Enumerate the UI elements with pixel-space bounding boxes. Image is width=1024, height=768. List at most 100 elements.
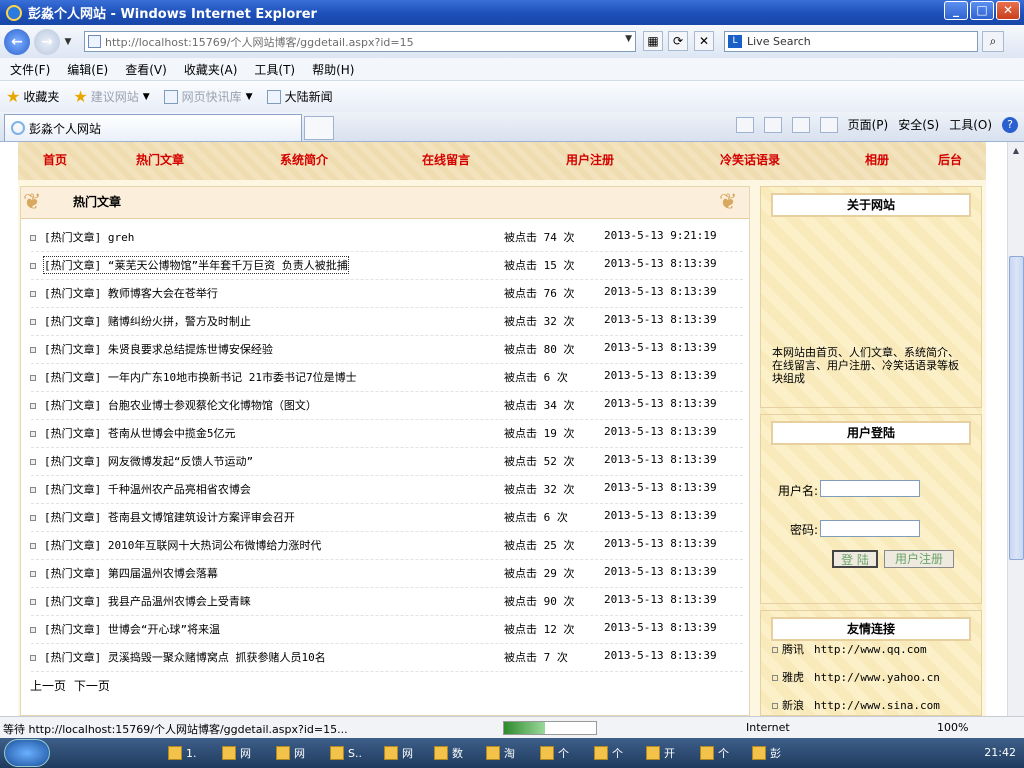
nav-album[interactable]: 相册 — [865, 151, 889, 168]
scroll-up-arrow[interactable]: ▲ — [1008, 142, 1024, 159]
friend-link[interactable]: 雅虎 http://www.yahoo.cn — [772, 669, 940, 685]
menu-tools[interactable]: 工具(T) — [254, 61, 295, 78]
article-link[interactable]: [热门文章] “莱芜天公博物馆”半年套千万巨资 负责人被批捕 — [43, 256, 349, 274]
article-link[interactable]: [热门文章] 世博会“开心球”将来温 — [44, 621, 220, 637]
web-slice-gallery[interactable]: 网页快讯库 ▼ — [163, 88, 253, 105]
username-label: 用户名: — [778, 484, 819, 498]
safety-menu[interactable]: 安全(S) — [898, 116, 939, 133]
search-input[interactable]: L Live Search — [724, 31, 978, 52]
chevron-down-icon: ▼ — [245, 91, 253, 102]
menu-file[interactable]: 文件(F) — [10, 61, 50, 78]
list-item: [热门文章] 朱贤良要求总结提炼世博安保经验 被点击 80 次 2013-5-13 … — [21, 341, 749, 369]
taskbar-item[interactable]: 个 — [594, 742, 623, 764]
article-link[interactable]: [热门文章] 2010年互联网十大热词公布微博给力涨时代 — [44, 537, 321, 553]
article-link[interactable]: [热门文章] 赌博纠纷火拼，警方及时制止 — [44, 313, 251, 329]
article-link[interactable]: [热门文章] greh — [44, 229, 134, 245]
minimize-button[interactable]: _ — [944, 1, 968, 20]
article-date: 2013-5-13 8:13:39 — [604, 621, 717, 634]
taskbar-item[interactable]: 开 — [646, 742, 675, 764]
close-button[interactable]: ✕ — [996, 1, 1020, 20]
article-link[interactable]: [热门文章] 苍南县文博馆建筑设计方案评审会召开 — [44, 509, 295, 525]
link-url[interactable]: http://www.sina.com — [814, 699, 940, 712]
clock[interactable]: 21:42 — [984, 746, 1016, 759]
article-link[interactable]: [热门文章] 教师博客大会在苍举行 — [44, 285, 218, 301]
article-link[interactable]: [热门文章] 台胞农业博士参观蔡伦文化博物馆（图文） — [44, 397, 317, 413]
security-zone[interactable]: Internet — [746, 721, 790, 734]
back-button[interactable]: ← — [4, 28, 30, 55]
taskbar-item[interactable]: 网 — [384, 742, 413, 764]
link-name[interactable]: 新浪 — [782, 699, 804, 712]
taskbar-item[interactable]: 网 — [276, 742, 305, 764]
article-link[interactable]: [热门文章] 第四届温州农博会落幕 — [44, 565, 218, 581]
taskbar: 1. 网 网 S.. 网 数 淘 个 个 开 个 彭 21:42 — [0, 738, 1024, 768]
search-icon[interactable]: ⌕ — [982, 31, 1004, 52]
scroll-thumb[interactable] — [1009, 256, 1024, 560]
article-link[interactable]: [热门文章] 千种温州农产品亮相省农博会 — [44, 481, 251, 497]
nav-home[interactable]: 首页 — [43, 151, 67, 168]
menu-favorites[interactable]: 收藏夹(A) — [184, 61, 238, 78]
nav-register[interactable]: 用户注册 — [566, 151, 614, 168]
nav-hot-articles[interactable]: 热门文章 — [136, 151, 184, 168]
taskbar-item[interactable]: 网 — [222, 742, 251, 764]
maximize-button[interactable]: □ — [970, 1, 994, 20]
news-label: 大陆新闻 — [284, 90, 333, 104]
suggested-sites[interactable]: ★ 建议网站 ▼ — [73, 87, 149, 106]
article-link[interactable]: [热门文章] 网友微博发起“反馈人节运动” — [44, 453, 253, 469]
start-button[interactable] — [4, 739, 50, 767]
nav-jokes[interactable]: 冷笑话语录 — [720, 151, 780, 168]
nav-guestbook[interactable]: 在线留言 — [422, 151, 470, 168]
next-page-link[interactable]: 下一页 — [74, 679, 110, 693]
compatibility-icon[interactable]: ▦ — [643, 31, 663, 51]
menu-help[interactable]: 帮助(H) — [312, 61, 354, 78]
nav-admin[interactable]: 后台 — [938, 151, 962, 168]
nav-system-intro[interactable]: 系统简介 — [280, 151, 328, 168]
refresh-icon[interactable]: ⟳ — [668, 31, 688, 51]
feeds-icon[interactable] — [763, 116, 782, 133]
taskbar-item[interactable]: 彭 — [752, 742, 781, 764]
taskbar-item[interactable]: 数 — [434, 742, 463, 764]
taskbar-item[interactable]: 个 — [540, 742, 569, 764]
link-name[interactable]: 雅虎 — [782, 671, 804, 684]
news-link[interactable]: 大陆新闻 — [266, 88, 333, 105]
pagination: 上一页 下一页 — [30, 677, 114, 694]
friend-link[interactable]: 新浪 http://www.sina.com — [772, 697, 940, 713]
menu-edit[interactable]: 编辑(E) — [67, 61, 108, 78]
friend-link[interactable]: 腾讯 http://www.qq.com — [772, 641, 927, 657]
prev-page-link[interactable]: 上一页 — [30, 679, 66, 693]
tab-current[interactable]: 彭淼个人网站 — [4, 114, 302, 141]
password-field[interactable] — [820, 520, 920, 537]
taskbar-item[interactable]: 个 — [700, 742, 729, 764]
page-menu[interactable]: 页面(P) — [848, 116, 889, 133]
username-field[interactable] — [820, 480, 920, 497]
zoom-level[interactable]: 100% — [937, 721, 968, 734]
home-icon[interactable] — [735, 116, 754, 133]
taskbar-item[interactable]: S.. — [330, 742, 362, 764]
link-name[interactable]: 腾讯 — [782, 643, 804, 656]
forward-button[interactable]: → — [34, 28, 60, 55]
add-favorite-icon[interactable]: ★ — [73, 87, 87, 106]
taskbar-item[interactable]: 淘 — [486, 742, 515, 764]
article-link[interactable]: [热门文章] 一年内广东10地市换新书记 21市委书记7位是博士 — [44, 369, 357, 385]
address-input[interactable]: http://localhost:15769/个人网站博客/ggdetail.a… — [84, 31, 636, 52]
article-link[interactable]: [热门文章] 苍南从世博会中揽金5亿元 — [44, 425, 236, 441]
recent-pages-dropdown[interactable]: ▼ — [62, 37, 74, 47]
menu-view[interactable]: 查看(V) — [125, 61, 167, 78]
favorites-button[interactable]: ★ 收藏夹 — [6, 87, 59, 106]
article-link[interactable]: [热门文章] 灵溪捣毁一聚众赌博窝点 抓获参赌人员10名 — [44, 649, 326, 665]
taskbar-item[interactable]: 1. — [168, 742, 197, 764]
stop-icon[interactable]: ✕ — [694, 31, 714, 51]
link-url[interactable]: http://www.qq.com — [814, 643, 927, 656]
mail-icon[interactable] — [791, 116, 810, 133]
help-icon[interactable]: ? — [1002, 116, 1018, 133]
article-link[interactable]: [热门文章] 朱贤良要求总结提炼世博安保经验 — [44, 341, 273, 357]
print-icon[interactable] — [819, 116, 838, 133]
article-link[interactable]: [热门文章] 我县产品温州农博会上受青睐 — [44, 593, 251, 609]
login-button[interactable]: 登 陆 — [832, 550, 878, 568]
address-dropdown-icon[interactable]: ▼ — [625, 34, 632, 44]
vertical-scrollbar[interactable]: ▲ — [1007, 142, 1024, 716]
bullet-icon — [30, 347, 36, 353]
tools-menu[interactable]: 工具(O) — [949, 116, 992, 133]
new-tab-button[interactable] — [304, 116, 334, 140]
register-button[interactable]: 用户注册 — [884, 550, 954, 568]
link-url[interactable]: http://www.yahoo.cn — [814, 671, 940, 684]
